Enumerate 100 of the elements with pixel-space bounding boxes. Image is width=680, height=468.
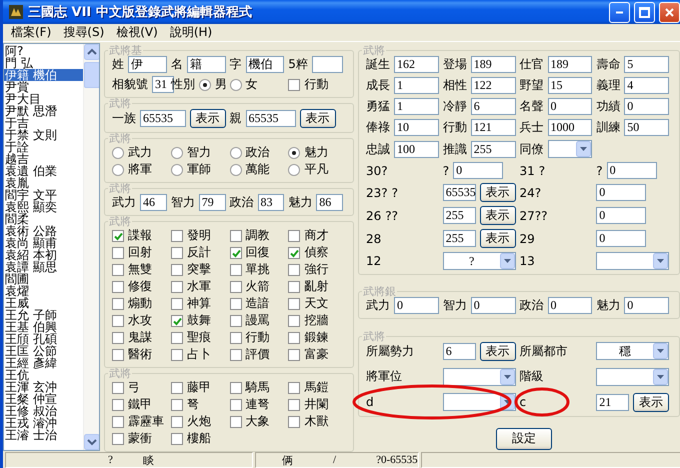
- show-button[interactable]: 表示: [300, 109, 336, 128]
- list-item[interactable]: 袁譚 顯思: [4, 261, 83, 273]
- list-item[interactable]: 于吉: [4, 117, 83, 129]
- text-field[interactable]: 79: [198, 194, 226, 211]
- list-item[interactable]: 于禁 文則: [4, 129, 83, 141]
- checkbox[interactable]: [288, 230, 300, 242]
- list-item[interactable]: 王濬 士治: [4, 429, 83, 441]
- checkbox[interactable]: [112, 264, 124, 276]
- text-field[interactable]: 6: [470, 98, 516, 115]
- checkbox[interactable]: [170, 332, 183, 344]
- list-item[interactable]: 阿?: [4, 45, 83, 57]
- text-field[interactable]: 10: [394, 119, 439, 136]
- text-field[interactable]: 255: [442, 230, 476, 247]
- text-field[interactable]: 255: [442, 207, 476, 224]
- minimize-button[interactable]: [609, 2, 630, 22]
- checkbox[interactable]: [288, 348, 300, 360]
- checkbox[interactable]: [112, 280, 124, 292]
- list-item[interactable]: 王修 叔治: [4, 405, 83, 417]
- scroll-down-arrow-icon[interactable]: [84, 434, 99, 450]
- text-field[interactable]: 100: [394, 140, 439, 158]
- checkbox[interactable]: [288, 280, 300, 292]
- checkbox[interactable]: [170, 230, 183, 242]
- list-item[interactable]: 袁尚 顯甫: [4, 237, 83, 249]
- checkbox[interactable]: [230, 382, 242, 394]
- settings-button[interactable]: 設定: [496, 428, 552, 450]
- checkbox[interactable]: [112, 382, 124, 394]
- list-item[interactable]: 王威: [4, 297, 83, 309]
- text-field[interactable]: 65535: [246, 110, 296, 127]
- text-field[interactable]: 86: [316, 194, 343, 211]
- text-field[interactable]: 189: [548, 56, 592, 73]
- radio-button[interactable]: [230, 146, 242, 158]
- list-item[interactable]: 王允 子師: [4, 309, 83, 321]
- show-button[interactable]: 表示: [480, 206, 516, 225]
- list-item[interactable]: 袁胤: [4, 177, 83, 189]
- close-button[interactable]: [659, 2, 680, 22]
- text-field[interactable]: 162: [394, 56, 439, 73]
- text-field[interactable]: 0: [596, 184, 646, 201]
- text-field[interactable]: 83: [258, 194, 284, 211]
- text-field[interactable]: 21: [596, 394, 629, 411]
- dropdown[interactable]: 穩: [596, 342, 669, 360]
- text-field[interactable]: 121: [470, 119, 516, 136]
- list-item[interactable]: 越吉: [4, 153, 83, 165]
- list-item[interactable]: 王伉: [4, 369, 83, 381]
- text-field[interactable]: 0: [394, 297, 439, 314]
- text-field[interactable]: 4: [624, 77, 669, 94]
- list-item[interactable]: 伊籍 機伯: [4, 69, 83, 81]
- list-item[interactable]: 門 弘: [4, 57, 83, 69]
- checkbox[interactable]: [112, 416, 124, 428]
- show-button[interactable]: 表示: [480, 342, 516, 361]
- list-item[interactable]: 閻圃: [4, 273, 83, 285]
- list-item[interactable]: 尹默 思潛: [4, 105, 83, 117]
- list-item[interactable]: 尹大目: [4, 93, 83, 105]
- text-field[interactable]: 1: [394, 98, 439, 115]
- dropdown[interactable]: [596, 368, 669, 386]
- checkbox[interactable]: [170, 398, 183, 410]
- checkbox[interactable]: [112, 230, 124, 242]
- dropdown[interactable]: ?: [442, 252, 516, 270]
- list-item[interactable]: 袁紹 本初: [4, 249, 83, 261]
- checkbox[interactable]: [112, 348, 124, 360]
- checkbox[interactable]: [230, 314, 242, 326]
- text-field[interactable]: 0: [606, 162, 657, 179]
- list-item[interactable]: 王基 伯興: [4, 321, 83, 333]
- checkbox[interactable]: [230, 348, 242, 360]
- text-field[interactable]: 65535: [140, 110, 186, 127]
- text-field[interactable]: 0: [453, 162, 504, 179]
- list-item[interactable]: 袁燿: [4, 285, 83, 297]
- list-item[interactable]: 袁遺 伯業: [4, 165, 83, 177]
- list-item[interactable]: 王頎 孔碩: [4, 333, 83, 345]
- text-field[interactable]: 伊: [128, 56, 167, 73]
- checkbox[interactable]: [170, 246, 183, 258]
- checkbox[interactable]: [170, 416, 183, 428]
- list-item[interactable]: 袁熙 顯奕: [4, 201, 83, 213]
- radio-button[interactable]: [112, 146, 124, 158]
- text-field[interactable]: 籍: [186, 56, 226, 73]
- radio-button[interactable]: [170, 164, 183, 176]
- list-item[interactable]: 王粲 仲宣: [4, 393, 83, 405]
- show-button[interactable]: 表示: [480, 229, 516, 248]
- text-field[interactable]: 122: [470, 77, 516, 94]
- list-item[interactable]: 王經 彥緯: [4, 357, 83, 369]
- scrollbar[interactable]: [83, 44, 99, 450]
- radio-button[interactable]: [230, 164, 242, 176]
- text-field[interactable]: 1000: [548, 119, 592, 136]
- dropdown[interactable]: [442, 368, 516, 386]
- checkbox[interactable]: [230, 298, 242, 310]
- checkbox[interactable]: [170, 348, 183, 360]
- text-field[interactable]: 0: [624, 297, 669, 314]
- text-field[interactable]: 0: [548, 98, 592, 115]
- text-field[interactable]: 0: [470, 297, 516, 314]
- checkbox[interactable]: [288, 264, 300, 276]
- checkbox[interactable]: [288, 298, 300, 310]
- text-field[interactable]: 50: [624, 119, 669, 136]
- checkbox[interactable]: [230, 398, 242, 410]
- menu-item[interactable]: 搜尋(S): [57, 24, 110, 41]
- list-item[interactable]: 閻柔: [4, 213, 83, 225]
- show-button[interactable]: 表示: [480, 183, 516, 202]
- list-item[interactable]: 袁術 公路: [4, 225, 83, 237]
- text-field[interactable]: 189: [470, 56, 516, 73]
- checkbox[interactable]: [112, 332, 124, 344]
- checkbox[interactable]: [288, 78, 300, 90]
- checkbox[interactable]: [112, 432, 124, 444]
